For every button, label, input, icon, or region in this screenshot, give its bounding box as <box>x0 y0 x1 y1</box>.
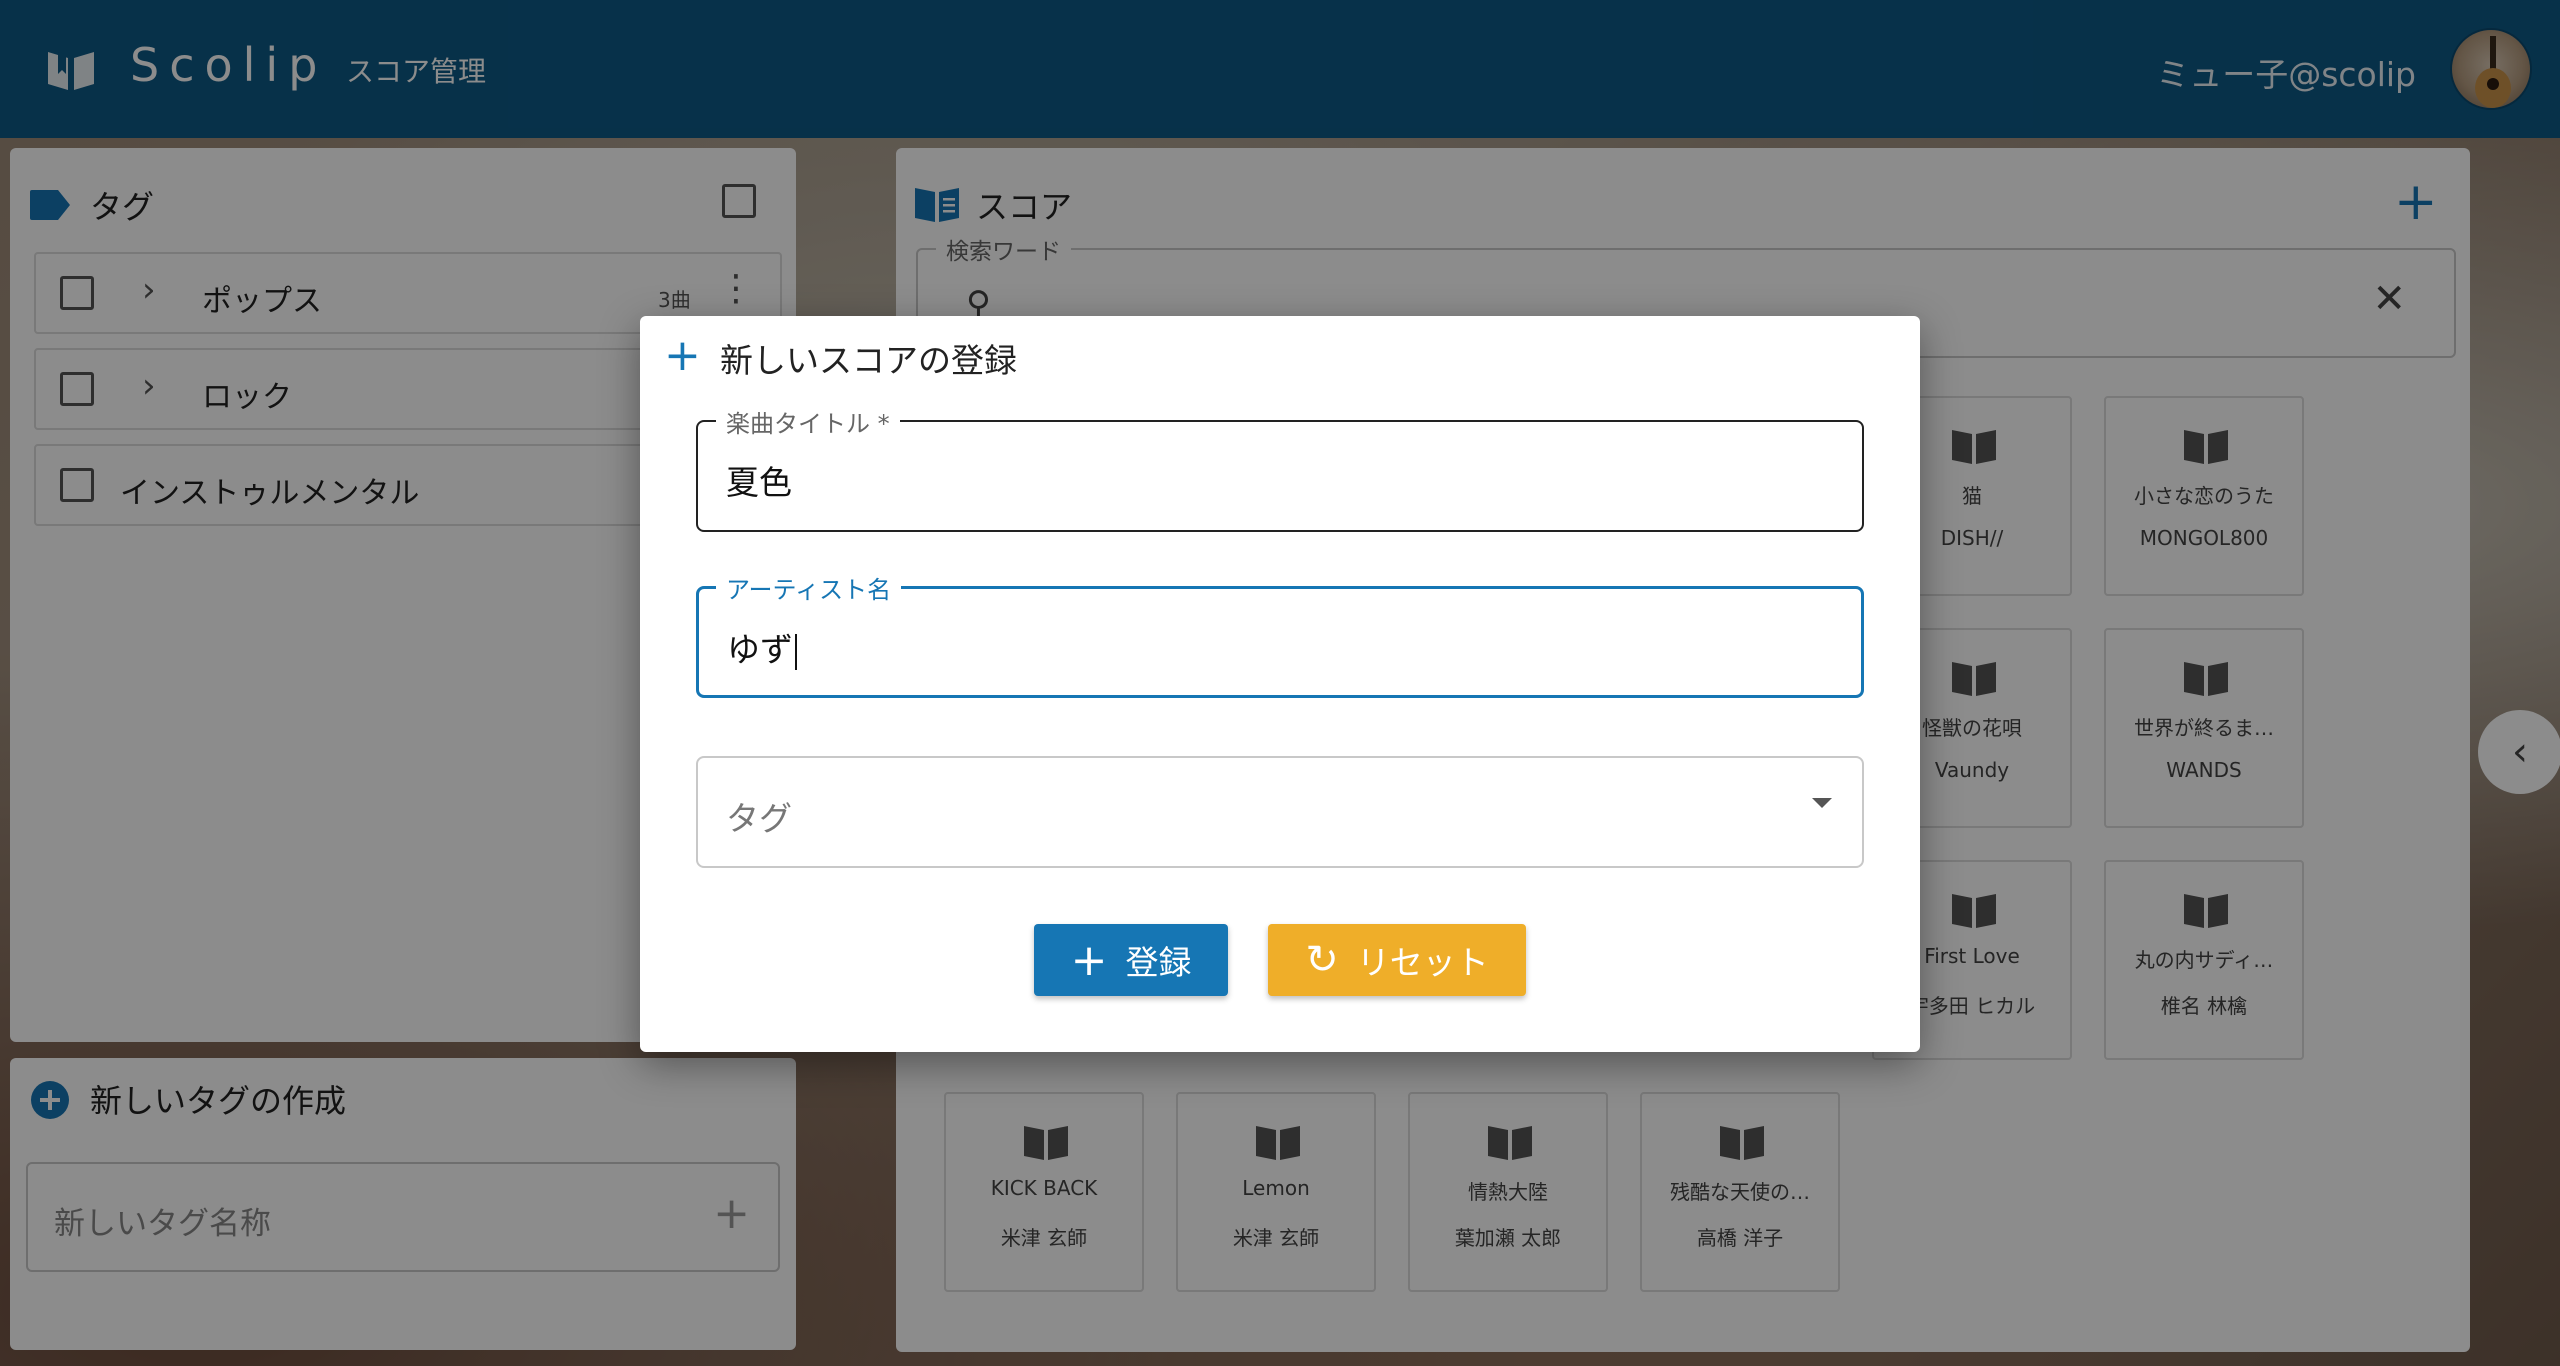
tag-select-placeholder: タグ <box>726 799 792 838</box>
reset-button[interactable]: ↻ リセット <box>1268 924 1526 996</box>
song-title-label: 楽曲タイトル * <box>716 404 900 439</box>
artist-label: アーティスト名 <box>716 570 902 605</box>
refresh-icon: ↻ <box>1305 937 1339 983</box>
add-icon: + <box>664 330 701 381</box>
dropdown-arrow-icon <box>1812 798 1832 808</box>
artist-value: ゆず <box>727 623 797 671</box>
tag-select[interactable]: タグ <box>696 756 1864 868</box>
add-icon: + <box>1070 934 1108 986</box>
register-label: 登録 <box>1125 943 1192 982</box>
new-score-dialog: + 新しいスコアの登録 夏色 楽曲タイトル * ゆず アーティスト名 タグ + … <box>640 316 1920 1052</box>
reset-label: リセット <box>1356 943 1489 982</box>
register-button[interactable]: + 登録 <box>1034 924 1228 996</box>
dialog-title: 新しいスコアの登録 <box>720 341 1017 380</box>
song-title-value: 夏色 <box>726 463 792 502</box>
